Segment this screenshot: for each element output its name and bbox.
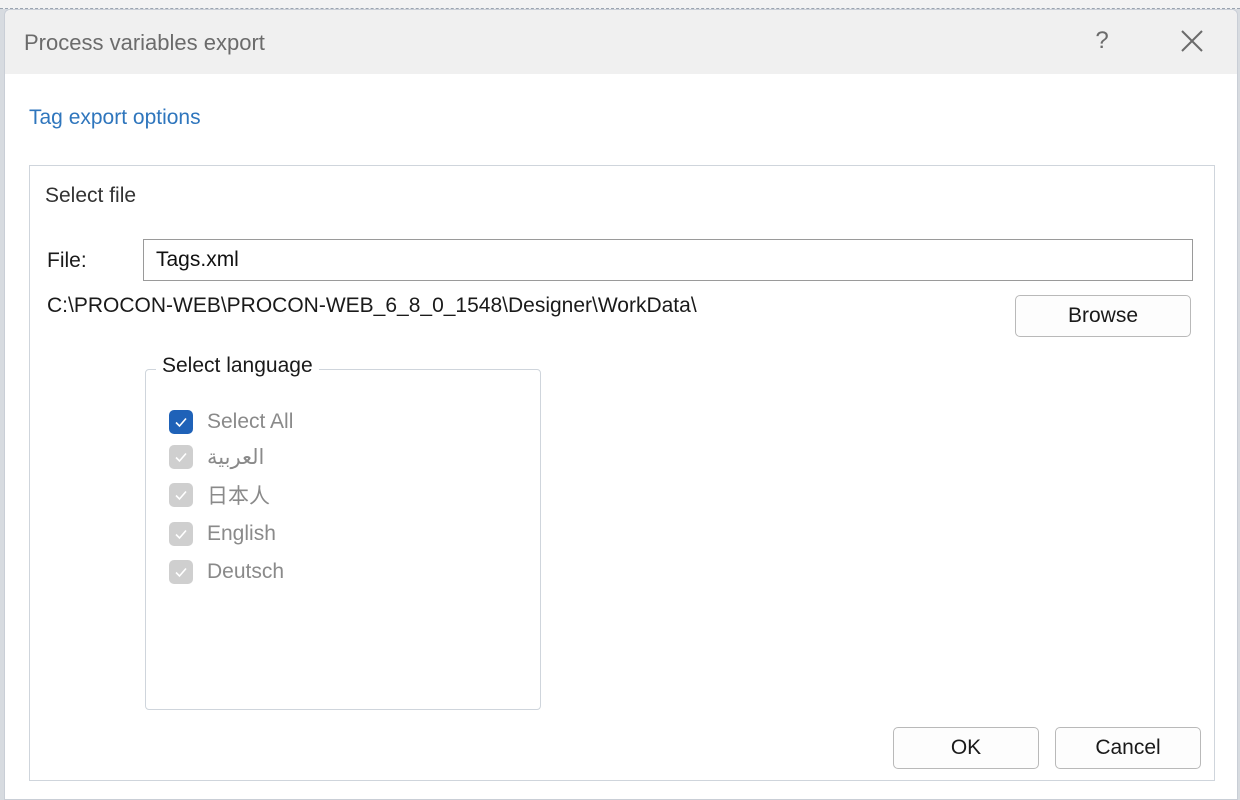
language-label: Select All (207, 410, 294, 433)
language-item-german: Deutsch (169, 557, 284, 587)
language-item-japanese: 日本人 (169, 480, 270, 510)
file-label: File: (47, 249, 87, 272)
help-button[interactable]: ? (1087, 24, 1117, 58)
language-item-arabic: العربية (169, 442, 264, 472)
select-language-group: Select language Select All العربية 日本人 E… (145, 354, 541, 710)
export-dialog: Process variables export ? Tag export op… (4, 9, 1238, 800)
dialog-title: Process variables export (24, 30, 265, 55)
language-label: 日本人 (207, 485, 270, 508)
german-checkbox (169, 560, 193, 584)
ok-button[interactable]: OK (893, 727, 1039, 769)
japanese-checkbox (169, 483, 193, 507)
background-window-strip (0, 0, 1240, 9)
cancel-button[interactable]: Cancel (1055, 727, 1201, 769)
english-checkbox (169, 522, 193, 546)
close-button[interactable] (1175, 24, 1209, 58)
language-label: English (207, 522, 276, 545)
language-label: العربية (207, 445, 265, 469)
checkmark-icon (175, 417, 187, 428)
language-label: Deutsch (207, 560, 285, 583)
select-file-group: Select file File: C:\PROCON-WEB\PROCON-W… (29, 165, 1215, 781)
select-language-title: Select language (156, 354, 319, 378)
arabic-checkbox (169, 445, 193, 469)
language-item-english: English (169, 519, 276, 549)
language-item-select-all[interactable]: Select All (169, 407, 293, 437)
tag-export-options-link[interactable]: Tag export options (29, 106, 201, 130)
select-all-checkbox[interactable] (169, 410, 193, 434)
file-path-text: C:\PROCON-WEB\PROCON-WEB_6_8_0_1548\Desi… (47, 294, 697, 317)
title-bar: Process variables export ? (5, 10, 1237, 74)
browse-button[interactable]: Browse (1015, 295, 1191, 337)
checkmark-icon (175, 452, 187, 463)
close-icon (1181, 30, 1203, 52)
file-name-input[interactable] (143, 239, 1193, 281)
select-file-title: Select file (45, 184, 137, 207)
checkmark-icon (175, 567, 187, 578)
checkmark-icon (175, 490, 187, 501)
checkmark-icon (175, 529, 187, 540)
